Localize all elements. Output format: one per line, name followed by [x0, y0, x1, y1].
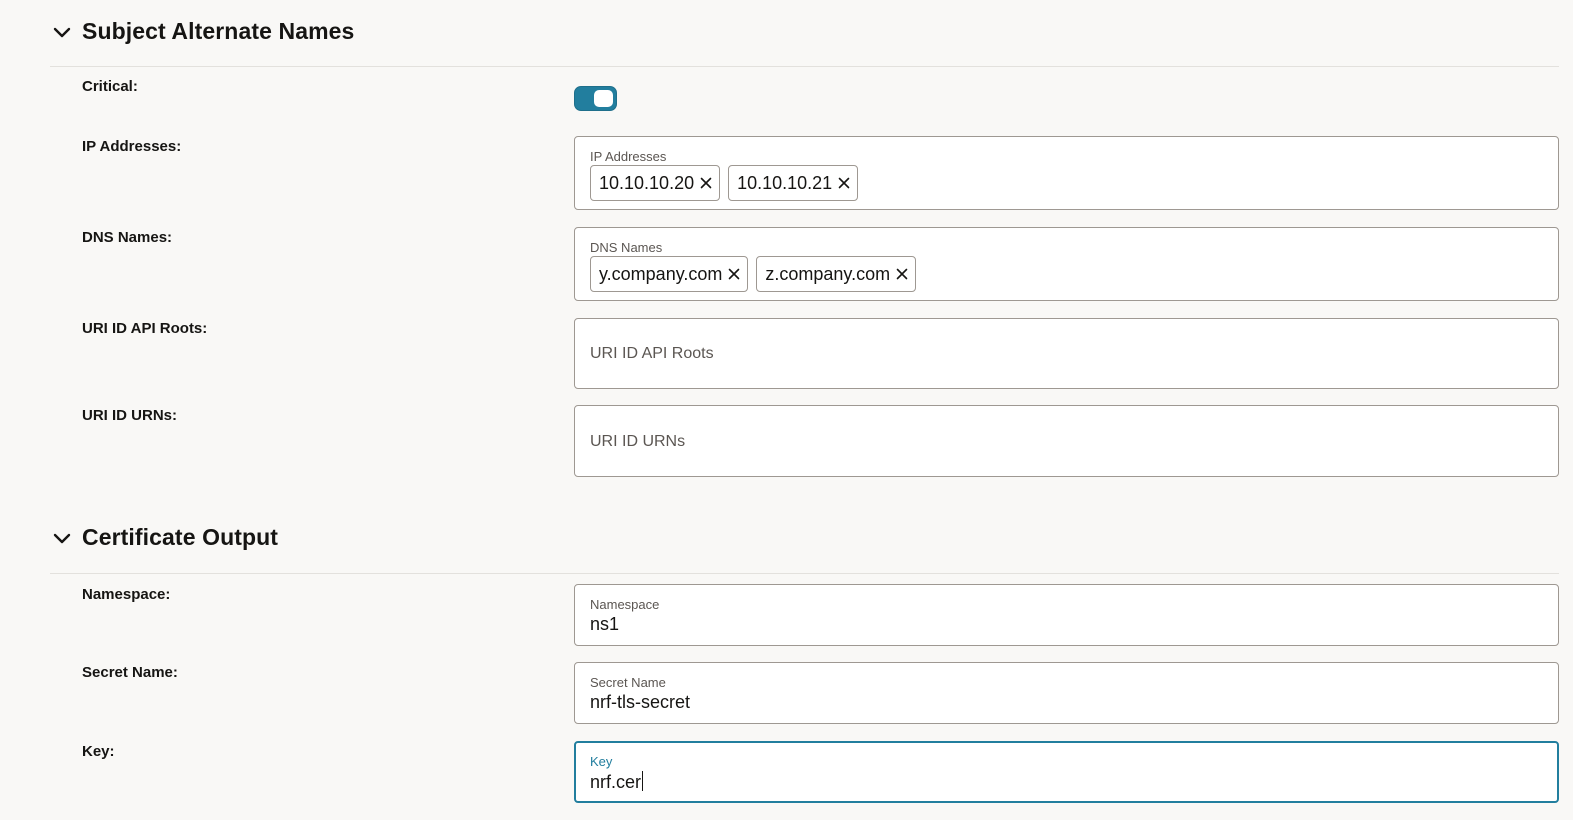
critical-label: Critical:: [82, 78, 138, 95]
close-icon[interactable]: [728, 268, 740, 280]
uri-urns-field[interactable]: URI ID URNs: [574, 405, 1559, 477]
uri-api-roots-placeholder: URI ID API Roots: [590, 345, 714, 362]
key-inner-label: Key: [590, 754, 613, 769]
key-value: nrf.cer: [590, 772, 642, 792]
uri-urns-placeholder: URI ID URNs: [590, 433, 686, 450]
ip-chip: 10.10.10.21: [728, 165, 859, 201]
chevron-down-icon[interactable]: [52, 529, 72, 549]
ip-addresses-chips: 10.10.10.20 10.10.10.21: [590, 165, 859, 201]
chip-label: 10.10.10.20: [599, 172, 695, 193]
secret-name-field[interactable]: Secret Name nrf-tls-secret: [574, 662, 1559, 724]
uri-api-roots-label: URI ID API Roots:: [82, 320, 208, 337]
chip-label: z.company.com: [765, 263, 891, 284]
section-title: Subject Alternate Names: [82, 18, 355, 44]
ip-addresses-inner-label: IP Addresses: [590, 149, 667, 164]
namespace-label: Namespace:: [82, 586, 171, 603]
dns-names-label: DNS Names:: [82, 229, 173, 246]
close-icon[interactable]: [896, 268, 908, 280]
ip-addresses-field[interactable]: IP Addresses 10.10.10.20 10.10.10.21: [574, 136, 1559, 210]
key-value-wrapper: nrf.cer: [590, 771, 644, 793]
dns-names-chips: y.company.com z.company.com: [590, 256, 917, 292]
section-header-certificate-output[interactable]: Certificate Output: [50, 521, 1559, 574]
dns-names-field[interactable]: DNS Names y.company.com z.company.com: [574, 227, 1559, 301]
ip-addresses-label: IP Addresses:: [82, 138, 182, 155]
ip-chip: 10.10.10.20: [590, 165, 721, 201]
chip-label: 10.10.10.21: [737, 172, 833, 193]
namespace-value: ns1: [590, 614, 620, 634]
uri-urns-label: URI ID URNs:: [82, 407, 178, 424]
close-icon[interactable]: [700, 177, 712, 189]
chevron-down-icon[interactable]: [52, 23, 72, 43]
key-field[interactable]: Key nrf.cer: [574, 741, 1559, 803]
section-title: Certificate Output: [82, 524, 279, 550]
dns-chip: z.company.com: [756, 256, 917, 292]
namespace-inner-label: Namespace: [590, 597, 660, 612]
close-icon[interactable]: [838, 177, 850, 189]
namespace-field[interactable]: Namespace ns1: [574, 584, 1559, 646]
dns-names-inner-label: DNS Names: [590, 240, 663, 255]
secret-name-value: nrf-tls-secret: [590, 692, 691, 712]
dns-chip: y.company.com: [590, 256, 749, 292]
text-cursor: [642, 771, 644, 791]
toggle-knob: [594, 90, 613, 107]
critical-toggle[interactable]: [574, 86, 617, 111]
chip-label: y.company.com: [599, 263, 723, 284]
secret-name-label: Secret Name:: [82, 664, 178, 681]
uri-api-roots-field[interactable]: URI ID API Roots: [574, 318, 1559, 389]
key-label: Key:: [82, 743, 115, 760]
secret-name-inner-label: Secret Name: [590, 675, 666, 690]
section-header-subject-alternate-names[interactable]: Subject Alternate Names: [50, 15, 1559, 67]
